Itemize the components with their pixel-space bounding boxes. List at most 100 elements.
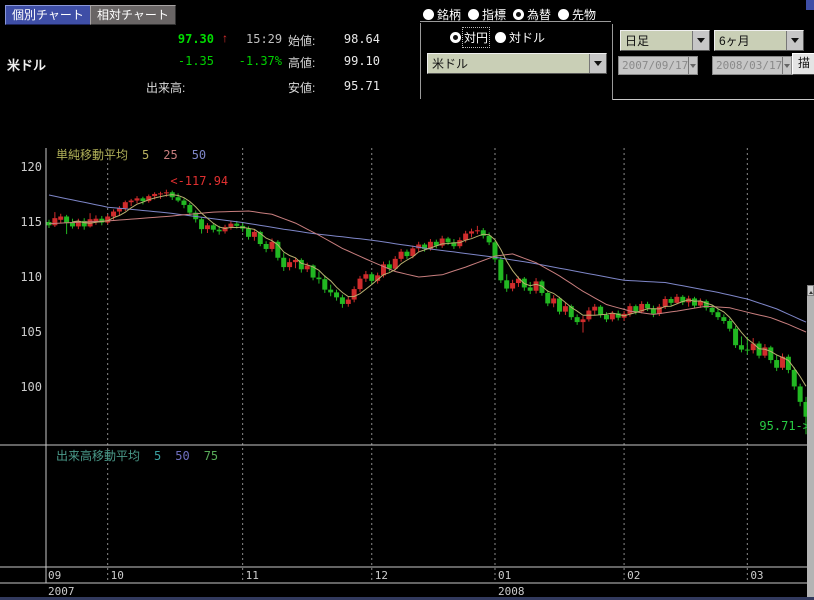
candle	[252, 232, 257, 237]
candle	[316, 278, 321, 280]
candle	[269, 242, 274, 249]
radio-label: 指標	[482, 6, 506, 23]
candle	[199, 219, 204, 229]
candle	[598, 307, 603, 315]
legend-period: 5	[142, 148, 149, 162]
candle	[528, 287, 533, 290]
candle	[592, 307, 597, 311]
scroll-up-icon[interactable]	[807, 285, 814, 296]
symbol-select[interactable]: 米ドル	[427, 53, 607, 74]
radio-label: 対円	[464, 29, 488, 46]
high-price-annotation: <-117.94	[170, 174, 228, 188]
category-radio[interactable]: 為替	[513, 6, 551, 23]
low-price-annotation: 95.71->	[759, 419, 810, 433]
candle	[581, 319, 586, 322]
candle	[111, 212, 116, 217]
category-radio[interactable]: 先物	[558, 6, 596, 23]
symbol-select-value: 米ドル	[428, 55, 589, 72]
candle	[498, 259, 503, 280]
quote-time: 15:29	[246, 32, 282, 46]
candle	[158, 193, 163, 194]
candle	[140, 198, 145, 201]
chart-area: 単純移動平均 52550 出来高移動平均 55075 <-117.94 95.7…	[0, 140, 814, 600]
candle	[369, 274, 374, 281]
candle	[762, 347, 767, 355]
candle	[504, 280, 509, 288]
candle	[123, 202, 128, 208]
radio-circle-icon[interactable]	[558, 9, 569, 20]
high-label: 高値:	[288, 54, 315, 71]
open-value: 98.64	[336, 32, 380, 46]
candle	[52, 218, 57, 225]
range-select[interactable]: 6ヶ月	[714, 30, 804, 51]
month-label: 03	[750, 569, 763, 582]
candle	[710, 308, 715, 312]
tab-relative-chart[interactable]: 相対チャート	[90, 5, 176, 25]
y-tick-label: 110	[0, 270, 42, 284]
chart-scrollbar[interactable]	[807, 285, 814, 600]
month-label: 12	[375, 569, 388, 582]
candle	[328, 290, 333, 293]
candle	[322, 279, 327, 289]
candle	[510, 283, 515, 289]
candle	[334, 292, 339, 297]
category-radio[interactable]: 銘柄	[423, 6, 461, 23]
draw-button[interactable]: 描	[792, 53, 814, 75]
category-radio-group: 銘柄 指標為替先物	[423, 6, 603, 23]
ma5-line	[73, 195, 807, 387]
radio-circle-icon[interactable]	[495, 32, 506, 43]
volume-ma-legend: 出来高移動平均 55075	[56, 447, 232, 464]
chevron-down-icon[interactable]	[692, 31, 709, 50]
candle	[176, 197, 181, 200]
pair-radio[interactable]: 対円	[450, 29, 488, 46]
price-change: -1.35	[174, 54, 214, 68]
radio-circle-icon[interactable]	[450, 32, 461, 43]
chevron-down-icon[interactable]	[786, 31, 803, 50]
ma25-line	[49, 211, 806, 332]
price-change-percent: -1.37%	[238, 54, 282, 68]
candle	[739, 345, 744, 349]
legend-period: 50	[175, 449, 189, 463]
category-radio[interactable]: 指標	[468, 6, 506, 23]
legend-period: 50	[192, 148, 206, 162]
radio-circle-icon[interactable]	[513, 9, 524, 20]
candle	[205, 225, 210, 229]
candle	[399, 252, 404, 259]
radio-circle-icon[interactable]	[423, 9, 434, 20]
low-value: 95.71	[336, 79, 380, 93]
candle	[733, 329, 738, 346]
y-tick-label: 100	[0, 380, 42, 394]
candle	[692, 298, 697, 305]
candle	[645, 304, 650, 308]
chevron-down-icon	[688, 57, 697, 74]
tick-direction-arrow-icon: ↑	[222, 31, 228, 45]
period-select[interactable]: 日足	[620, 30, 710, 51]
candle	[293, 260, 298, 262]
date-from-field[interactable]: 2007/09/17	[618, 56, 698, 75]
candle	[305, 265, 310, 269]
candle	[792, 370, 797, 387]
volume-label: 出来高:	[146, 79, 185, 96]
candle	[768, 347, 773, 360]
chevron-down-icon[interactable]	[589, 54, 606, 73]
period-select-value: 日足	[621, 32, 692, 49]
candle	[721, 317, 726, 321]
candle	[281, 258, 286, 267]
candle	[64, 217, 69, 224]
date-to-field[interactable]: 2008/03/17	[712, 56, 792, 75]
month-label: 09	[48, 569, 61, 582]
candle	[633, 306, 638, 312]
candle	[217, 230, 222, 232]
candle	[563, 306, 568, 312]
legend-period: 5	[154, 449, 161, 463]
radio-circle-icon[interactable]	[468, 9, 479, 20]
candle	[475, 230, 480, 231]
candle	[575, 317, 580, 322]
divider	[612, 24, 613, 100]
candle	[246, 229, 251, 237]
legend-period: 25	[163, 148, 177, 162]
high-value: 99.10	[336, 54, 380, 68]
pair-radio[interactable]: 対ドル	[495, 29, 545, 46]
tab-individual-chart[interactable]: 個別チャート	[5, 5, 91, 25]
pair-radio-group: 対円対ドル	[450, 29, 552, 46]
